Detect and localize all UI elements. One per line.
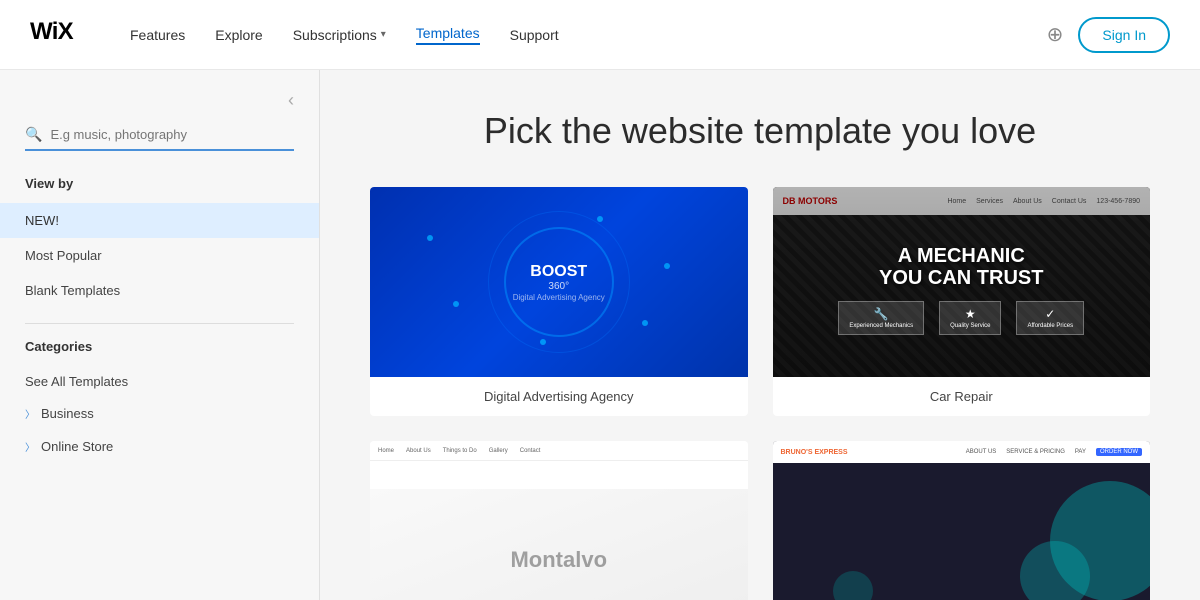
wrench-icon: 🔧: [849, 307, 913, 321]
star-icon: ★: [950, 307, 990, 321]
see-all-templates-link[interactable]: See All Templates: [0, 366, 319, 397]
back-button-area: ‹: [0, 90, 319, 126]
nav-support[interactable]: Support: [510, 27, 559, 43]
subscriptions-dropdown-icon: ▾: [381, 29, 386, 40]
language-selector-icon[interactable]: ⊕: [1047, 22, 1064, 47]
boost-background: BOOST360°Digital Advertising Agency: [370, 187, 748, 377]
dot-1: [427, 235, 433, 241]
template3-hero-text: Montalvo: [510, 547, 607, 573]
dot-5: [597, 216, 603, 222]
boost-logo-text: BOOST360°Digital Advertising Agency: [513, 262, 605, 303]
sidebar-item-new[interactable]: NEW!: [0, 203, 319, 238]
t3-nav-2: About Us: [406, 448, 431, 454]
online-store-label: Online Store: [41, 439, 113, 454]
navbar-right: ⊕ Sign In: [1047, 17, 1170, 53]
categories-label: Categories: [0, 339, 319, 366]
teal-circle-3: [833, 571, 873, 600]
back-arrow-icon[interactable]: ‹: [288, 90, 294, 111]
templates-grid: BOOST360°Digital Advertising Agency Digi…: [370, 187, 1150, 600]
dot-4: [642, 320, 648, 326]
template-name-car-repair: Car Repair: [773, 377, 1151, 416]
template-card-4[interactable]: BRUNO'S EXPRESS ABOUT US SERVICE & PRICI…: [773, 441, 1151, 600]
search-box: 🔍: [25, 126, 294, 151]
car-feature-label-1: Experienced Mechanics: [849, 323, 913, 329]
nav-links: Features Explore Subscriptions ▾ Templat…: [130, 25, 1047, 45]
boost-circle: BOOST360°Digital Advertising Agency: [504, 227, 614, 337]
car-feature-quality: ★ Quality Service: [939, 301, 1001, 335]
car-features-row: 🔧 Experienced Mechanics ★ Quality Servic…: [838, 301, 1084, 335]
car-feature-label-3: Affordable Prices: [1027, 323, 1073, 329]
dot-3: [664, 263, 670, 269]
car-feature-prices: ✓ Affordable Prices: [1016, 301, 1084, 335]
svg-text:WiX: WiX: [30, 18, 74, 45]
template-card-3[interactable]: Home About Us Things to Do Gallery Conta…: [370, 441, 748, 600]
template-card-digital-advertising[interactable]: BOOST360°Digital Advertising Agency Digi…: [370, 187, 748, 416]
bottom2-background: BRUNO'S EXPRESS ABOUT US SERVICE & PRICI…: [773, 441, 1151, 600]
car-background: DB MOTORS Home Services About Us Contact…: [773, 187, 1151, 377]
business-expand-icon: 〉: [25, 406, 35, 421]
page-title: Pick the website template you love: [370, 110, 1150, 152]
wix-logo[interactable]: WiX: [30, 16, 90, 53]
nav-explore[interactable]: Explore: [215, 27, 262, 43]
template3-nav: Home About Us Things to Do Gallery Conta…: [370, 441, 748, 461]
template3-hero: Montalvo: [370, 489, 748, 600]
boost-tagline: Digital Advertising Agency: [513, 293, 605, 303]
check-icon: ✓: [1027, 307, 1073, 321]
car-feature-mechanics: 🔧 Experienced Mechanics: [838, 301, 924, 335]
nav-subscriptions[interactable]: Subscriptions ▾: [293, 27, 386, 43]
search-icon: 🔍: [25, 126, 42, 143]
search-input[interactable]: [50, 127, 294, 142]
car-main-content: A MECHANICYOU CAN TRUST 🔧 Experienced Me…: [838, 230, 1084, 335]
view-by-label: View by: [0, 176, 319, 203]
t3-nav-3: Things to Do: [443, 448, 477, 454]
nav-features[interactable]: Features: [130, 27, 185, 43]
template-name-digital-advertising: Digital Advertising Agency: [370, 377, 748, 416]
boost-subtitle: 360°: [513, 281, 605, 293]
navbar: WiX Features Explore Subscriptions ▾ Tem…: [0, 0, 1200, 70]
sidebar-item-most-popular[interactable]: Most Popular: [0, 238, 319, 273]
t3-nav-1: Home: [378, 448, 394, 454]
template-thumb-digital-advertising: BOOST360°Digital Advertising Agency: [370, 187, 748, 377]
content-area: Pick the website template you love: [320, 70, 1200, 600]
sidebar-category-business[interactable]: 〉 Business: [0, 397, 319, 430]
signin-button[interactable]: Sign In: [1078, 17, 1170, 53]
sidebar-category-online-store[interactable]: 〉 Online Store: [0, 430, 319, 463]
main-layout: ‹ 🔍 View by NEW! Most Popular Blank Temp…: [0, 70, 1200, 600]
bottom1-background: Home About Us Things to Do Gallery Conta…: [370, 441, 748, 600]
business-label: Business: [41, 406, 94, 421]
sidebar-divider: [25, 323, 294, 324]
dot-2: [453, 301, 459, 307]
car-overlay: A MECHANICYOU CAN TRUST 🔧 Experienced Me…: [773, 187, 1151, 377]
template-thumb-3: Home About Us Things to Do Gallery Conta…: [370, 441, 748, 600]
template-thumb-4: BRUNO'S EXPRESS ABOUT US SERVICE & PRICI…: [773, 441, 1151, 600]
sidebar: ‹ 🔍 View by NEW! Most Popular Blank Temp…: [0, 70, 320, 600]
template-thumb-car-repair: DB MOTORS Home Services About Us Contact…: [773, 187, 1151, 377]
t3-nav-5: Contact: [520, 448, 541, 454]
car-feature-label-2: Quality Service: [950, 323, 990, 329]
nav-templates[interactable]: Templates: [416, 25, 480, 45]
sidebar-item-blank-templates[interactable]: Blank Templates: [0, 273, 319, 308]
template-card-car-repair[interactable]: DB MOTORS Home Services About Us Contact…: [773, 187, 1151, 416]
template4-decorative: [773, 441, 1151, 600]
online-store-expand-icon: 〉: [25, 439, 35, 454]
t3-nav-4: Gallery: [489, 448, 508, 454]
car-heading: A MECHANICYOU CAN TRUST: [838, 245, 1084, 289]
